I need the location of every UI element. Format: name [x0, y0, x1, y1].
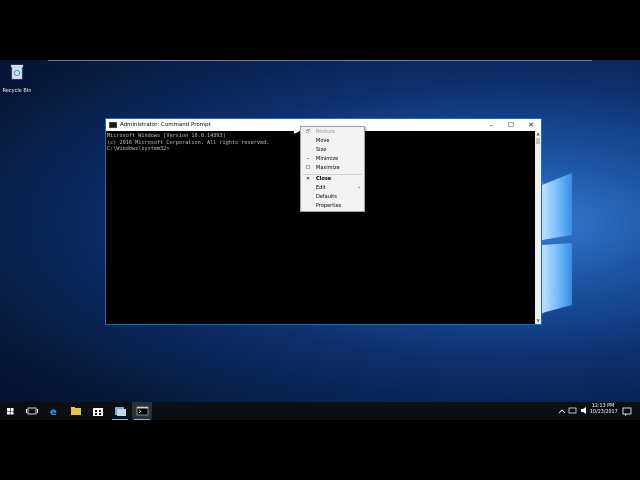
- edge-browser-icon: e: [50, 407, 57, 418]
- caption-buttons: – ☐ ✕: [481, 119, 541, 131]
- clock-date: 10/23/2017: [590, 410, 618, 415]
- menu-item-label: Edit: [316, 185, 326, 191]
- menu-item-label: Move: [316, 138, 330, 144]
- windows-start-icon: [7, 408, 14, 415]
- store-bag-icon: [93, 408, 103, 416]
- system-context-menu: 🗗 Restore Move Size – Minimize ☐ Maximiz…: [300, 126, 365, 212]
- menu-item-label: Restore: [316, 129, 335, 135]
- menu-item-defaults[interactable]: Defaults: [301, 193, 364, 202]
- menu-item-label: Size: [316, 147, 327, 153]
- taskbar-store[interactable]: [88, 402, 108, 420]
- vertical-scrollbar[interactable]: ▲ ▼: [535, 131, 541, 324]
- minimize-icon: –: [306, 156, 310, 162]
- menu-item-move[interactable]: Move: [301, 137, 364, 146]
- menu-item-edit[interactable]: Edit ›: [301, 184, 364, 193]
- maximize-icon: ☐: [305, 165, 311, 171]
- scroll-up-arrow-icon[interactable]: ▲: [535, 131, 541, 137]
- running-indicator: [134, 418, 150, 420]
- app-window-icon: [115, 407, 126, 416]
- task-view-icon: [26, 407, 38, 415]
- menu-item-label: Defaults: [316, 194, 337, 200]
- maximize-button[interactable]: ☐: [501, 119, 521, 131]
- taskbar-app[interactable]: [110, 402, 130, 420]
- taskbar-edge[interactable]: e: [44, 402, 64, 420]
- desktop: Recycle Bin Administrator: Command Promp…: [0, 60, 640, 420]
- window-title: Administrator: Command Prompt: [120, 122, 211, 128]
- recycle-bin-icon: [10, 64, 24, 80]
- windows-logo-wallpaper: [532, 155, 572, 325]
- restore-icon: 🗗: [305, 129, 311, 135]
- minimize-button[interactable]: –: [481, 119, 501, 131]
- menu-item-restore[interactable]: 🗗 Restore: [301, 128, 364, 137]
- taskbar: e 12:13 PM 10/23/2017: [0, 402, 640, 420]
- task-view-button[interactable]: [22, 402, 42, 420]
- menu-item-maximize[interactable]: ☐ Maximize: [301, 164, 364, 173]
- menu-item-label: Minimize: [316, 156, 339, 162]
- scroll-down-arrow-icon[interactable]: ▼: [535, 318, 541, 324]
- menu-item-label: Properties: [316, 203, 342, 209]
- taskbar-file-explorer[interactable]: [66, 402, 86, 420]
- recycle-bin-label: Recycle Bin: [2, 88, 32, 94]
- console-icon[interactable]: [109, 122, 117, 128]
- command-prompt-icon: [136, 406, 149, 416]
- menu-item-properties[interactable]: Properties: [301, 202, 364, 211]
- screen-top-edge: [48, 60, 592, 61]
- taskbar-clock[interactable]: 12:13 PM 10/23/2017: [590, 404, 618, 416]
- menu-item-minimize[interactable]: – Minimize: [301, 155, 364, 164]
- folder-icon: [71, 407, 81, 415]
- submenu-arrow-icon: ›: [358, 185, 360, 191]
- menu-item-close[interactable]: ✕ Close: [301, 175, 364, 184]
- action-center-icon[interactable]: [620, 402, 634, 420]
- menu-item-size[interactable]: Size: [301, 146, 364, 155]
- close-icon: ✕: [305, 176, 311, 182]
- running-indicator: [112, 418, 128, 420]
- scrollbar-thumb[interactable]: [536, 138, 540, 144]
- taskbar-command-prompt[interactable]: [132, 402, 152, 420]
- svg-text:e: e: [50, 407, 57, 418]
- close-button[interactable]: ✕: [521, 119, 541, 131]
- menu-item-label: Maximize: [316, 165, 340, 171]
- system-tray-icons[interactable]: [556, 402, 590, 420]
- start-button[interactable]: [0, 402, 20, 420]
- recycle-bin[interactable]: Recycle Bin: [2, 64, 32, 94]
- menu-item-label: Close: [316, 176, 332, 182]
